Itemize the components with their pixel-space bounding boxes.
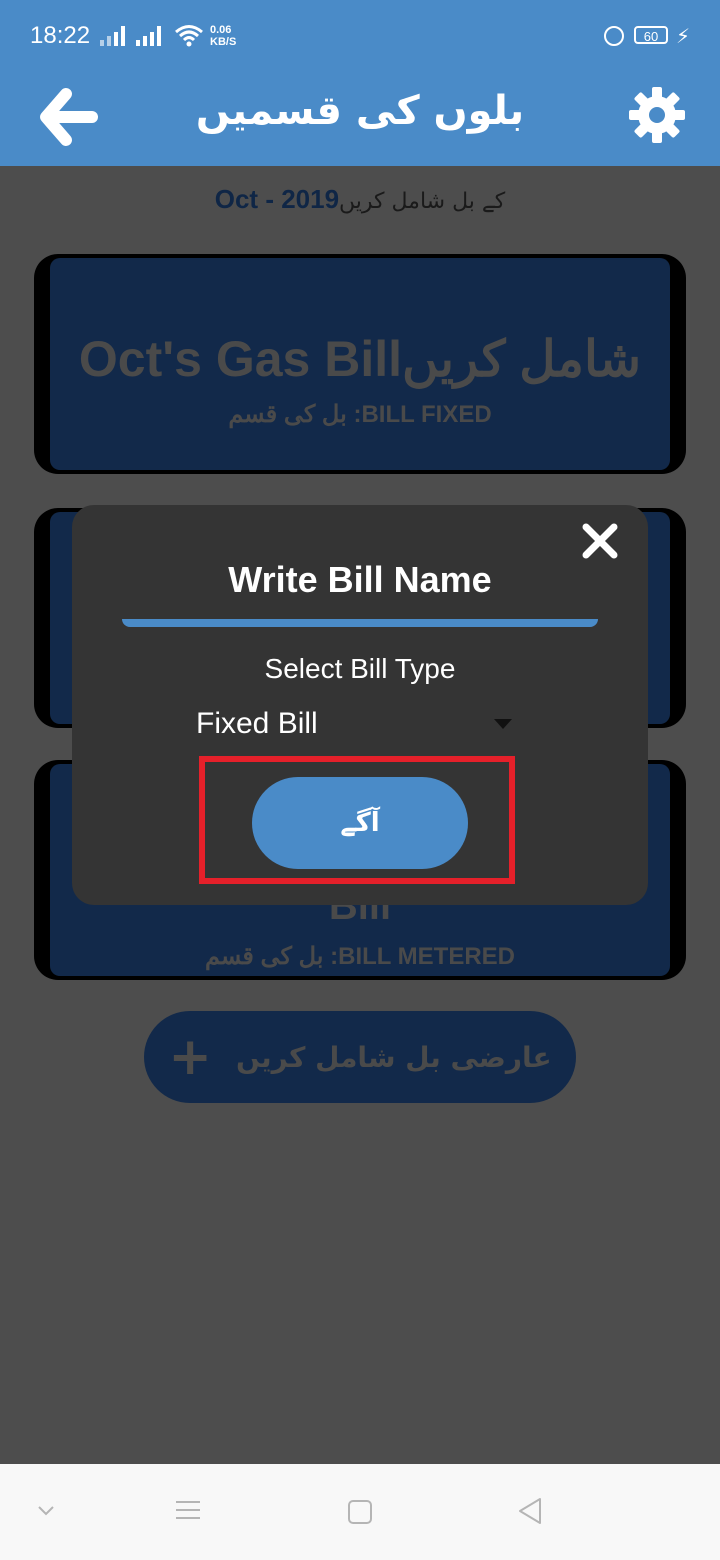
status-bar: 18:22 0.06 KB/S 60 ⚡ — [0, 0, 720, 70]
chevron-down-icon[interactable] — [36, 1504, 56, 1518]
net-speed-unit: KB/S — [210, 36, 237, 48]
system-nav-bar — [0, 1464, 720, 1560]
card-subtitle: بل کی قسم :BILL FIXED — [228, 401, 492, 428]
notification-icon — [604, 26, 624, 46]
home-square-icon[interactable] — [346, 1498, 374, 1526]
status-time: 18:22 — [30, 22, 91, 49]
net-speed: 0.06 KB/S — [210, 24, 236, 48]
page-title: بلوں کی قسمیں — [195, 88, 525, 134]
back-triangle-icon[interactable] — [516, 1496, 544, 1526]
net-speed-value: 0.06 — [210, 24, 232, 36]
next-button[interactable]: آگے — [252, 777, 468, 869]
bill-name-input[interactable]: Write Bill Name — [72, 559, 648, 601]
dropdown-arrow-icon — [494, 719, 512, 729]
month-label: Oct - 2019 — [214, 184, 340, 214]
card-title-ur: شامل کریں — [402, 331, 642, 387]
card-title-en: Oct's Gas Bill — [78, 331, 403, 387]
signal-icon — [100, 26, 125, 46]
bill-name-underline — [122, 619, 598, 627]
subheader-text: کے بل شامل کریں — [339, 189, 506, 214]
bill-name-dialog: Write Bill Name Select Bill Type Fixed B… — [72, 505, 648, 905]
close-icon[interactable] — [580, 521, 620, 561]
plus-icon: + — [168, 1027, 212, 1087]
gear-icon[interactable] — [626, 84, 688, 146]
app-bar: بلوں کی قسمیں — [0, 70, 720, 166]
battery-icon: 60 — [634, 26, 668, 44]
add-temporary-bill-button[interactable]: + عارضی بل شامل کریں — [144, 1011, 576, 1103]
signal-icon-2 — [136, 26, 161, 46]
month-subheader: Oct - 2019کے بل شامل کریں — [0, 184, 720, 215]
bill-type-value: Fixed Bill — [196, 707, 318, 740]
bill-type-dropdown[interactable]: Fixed Bill — [196, 705, 512, 749]
bill-card-gas[interactable]: Oct's Gas Billشامل کریں بل کی قسم :BILL … — [34, 254, 686, 474]
card-body: Oct's Gas Billشامل کریں بل کی قسم :BILL … — [50, 258, 670, 470]
card-subtitle: بل کی قسم :BILL METERED — [204, 943, 516, 970]
add-temporary-bill-label: عارضی بل شامل کریں — [235, 1040, 552, 1074]
card-title: Oct's Gas Billشامل کریں — [50, 330, 670, 388]
charging-icon: ⚡ — [676, 24, 691, 48]
wifi-icon — [175, 25, 203, 47]
bill-type-label: Select Bill Type — [264, 653, 456, 684]
menu-icon[interactable] — [174, 1498, 202, 1522]
